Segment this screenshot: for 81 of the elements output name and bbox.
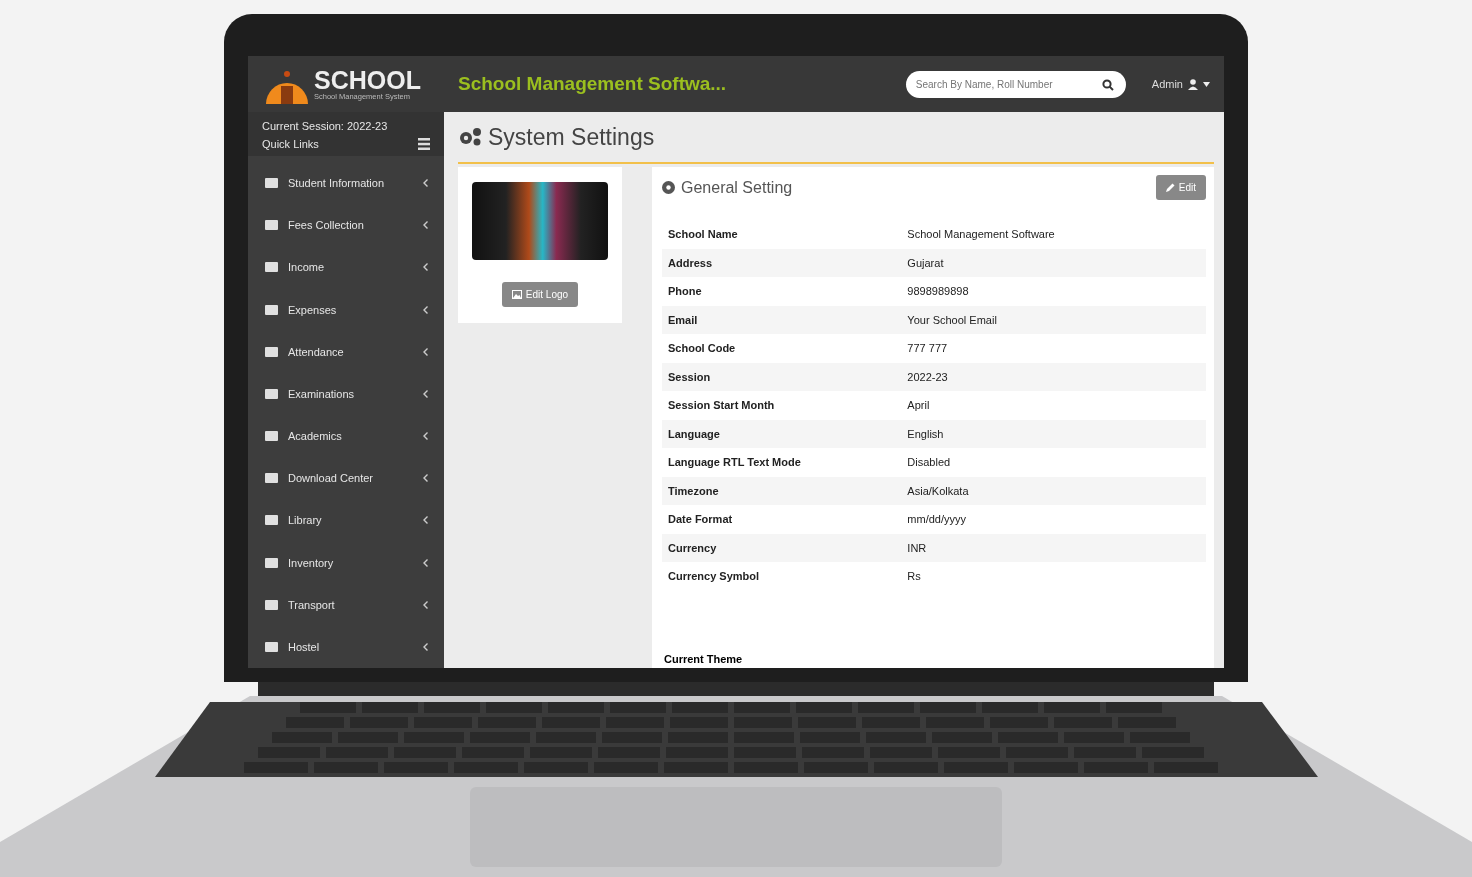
- sidebar-item[interactable]: Download Center: [248, 457, 444, 500]
- square-icon: [265, 177, 278, 190]
- chevron-left-icon: [423, 179, 428, 188]
- setting-value: mm/dd/yyyy: [901, 505, 1206, 534]
- chevron-left-icon: [423, 474, 428, 483]
- setting-value: School Management Software: [906, 227, 1056, 243]
- gears-icon: [458, 127, 482, 147]
- chevron-left-icon: [423, 221, 428, 230]
- setting-value: Your School Email: [901, 305, 1206, 334]
- square-icon: [265, 472, 278, 485]
- setting-value: Disabled: [901, 448, 1206, 477]
- sidebar-item[interactable]: Fees Collection: [248, 204, 444, 247]
- setting-label: School Code: [662, 334, 902, 363]
- setting-value: 777 777: [901, 334, 1206, 363]
- edit-logo-button[interactable]: Edit Logo: [501, 282, 579, 307]
- user-name[interactable]: Admin: [1151, 78, 1183, 90]
- setting-label: Language RTL Text Mode: [662, 448, 902, 477]
- search-field[interactable]: Search By Name, Roll Number: [905, 70, 1126, 98]
- sidebar-item[interactable]: Expenses: [248, 288, 444, 331]
- setting-label: Date Format: [662, 505, 902, 534]
- gear-icon: [662, 181, 675, 194]
- chevron-left-icon: [423, 642, 428, 651]
- setting-label: Currency Symbol: [662, 562, 902, 591]
- sidebar-item[interactable]: Student Information: [248, 162, 444, 205]
- setting-value: Asia/Kolkata: [901, 476, 1206, 505]
- setting-label: Session Start Month: [662, 391, 902, 420]
- caret-icon: [1203, 81, 1210, 87]
- page-title: System Settings: [488, 123, 655, 151]
- current-theme-label: Current Theme: [663, 652, 744, 665]
- edit-button[interactable]: Edit: [1155, 175, 1206, 200]
- chevron-left-icon: [423, 347, 428, 356]
- list-icon: [418, 138, 430, 150]
- square-icon: [265, 640, 278, 653]
- setting-label: Address: [662, 248, 902, 277]
- sidebar-item[interactable]: Academics: [248, 415, 444, 458]
- card-title: General Setting: [681, 178, 793, 197]
- pencil-icon: [1165, 183, 1175, 192]
- setting-label: Session: [662, 362, 902, 391]
- setting-label: Timezone: [662, 476, 902, 505]
- setting-label: School Name: [667, 227, 739, 243]
- picture-icon: [511, 290, 522, 299]
- square-icon: [265, 219, 278, 232]
- square-icon: [265, 430, 278, 443]
- setting-value: Rs: [901, 562, 1206, 591]
- setting-label: Email: [662, 305, 902, 334]
- setting-value: April: [901, 391, 1206, 420]
- setting-label: Language: [662, 419, 902, 448]
- sidebar-item[interactable]: Examinations: [248, 372, 444, 416]
- setting-value: Gujarat: [901, 248, 1206, 277]
- square-icon: [265, 556, 278, 569]
- chevron-left-icon: [423, 263, 428, 272]
- square-icon: [265, 514, 278, 527]
- chevron-left-icon: [423, 432, 428, 441]
- chevron-left-icon: [423, 558, 428, 567]
- sidebar-item[interactable]: Transport: [248, 583, 444, 626]
- user-icon: [1188, 78, 1198, 90]
- chevron-left-icon: [423, 600, 428, 609]
- setting-value: English: [901, 419, 1206, 448]
- square-icon: [265, 261, 278, 274]
- square-icon: [265, 598, 278, 611]
- current-session: Current Session: 2022-23: [262, 120, 389, 132]
- sidebar-item[interactable]: Library: [248, 499, 444, 542]
- square-icon: [265, 345, 278, 358]
- square-icon: [265, 303, 278, 316]
- setting-label: Phone: [662, 277, 902, 306]
- chevron-left-icon: [423, 516, 428, 525]
- sidebar-item[interactable]: Attendance: [248, 330, 444, 373]
- setting-value: 2022-23: [901, 362, 1206, 391]
- chevron-left-icon: [423, 389, 428, 398]
- setting-label: Currency: [662, 533, 902, 562]
- search-icon: [1101, 78, 1114, 91]
- quick-links-link[interactable]: Quick Links: [262, 138, 319, 150]
- sidebar-item[interactable]: Income: [248, 246, 444, 289]
- app-title: School Management Softwa...: [458, 73, 728, 95]
- setting-value: INR: [901, 533, 1206, 562]
- chevron-left-icon: [423, 305, 428, 314]
- logo-text: SCHOOL: [314, 67, 421, 92]
- sidebar-item[interactable]: Hostel: [248, 625, 444, 668]
- square-icon: [265, 387, 278, 400]
- setting-value: 9898989898: [901, 277, 1206, 306]
- sidebar-item[interactable]: Inventory: [248, 541, 444, 584]
